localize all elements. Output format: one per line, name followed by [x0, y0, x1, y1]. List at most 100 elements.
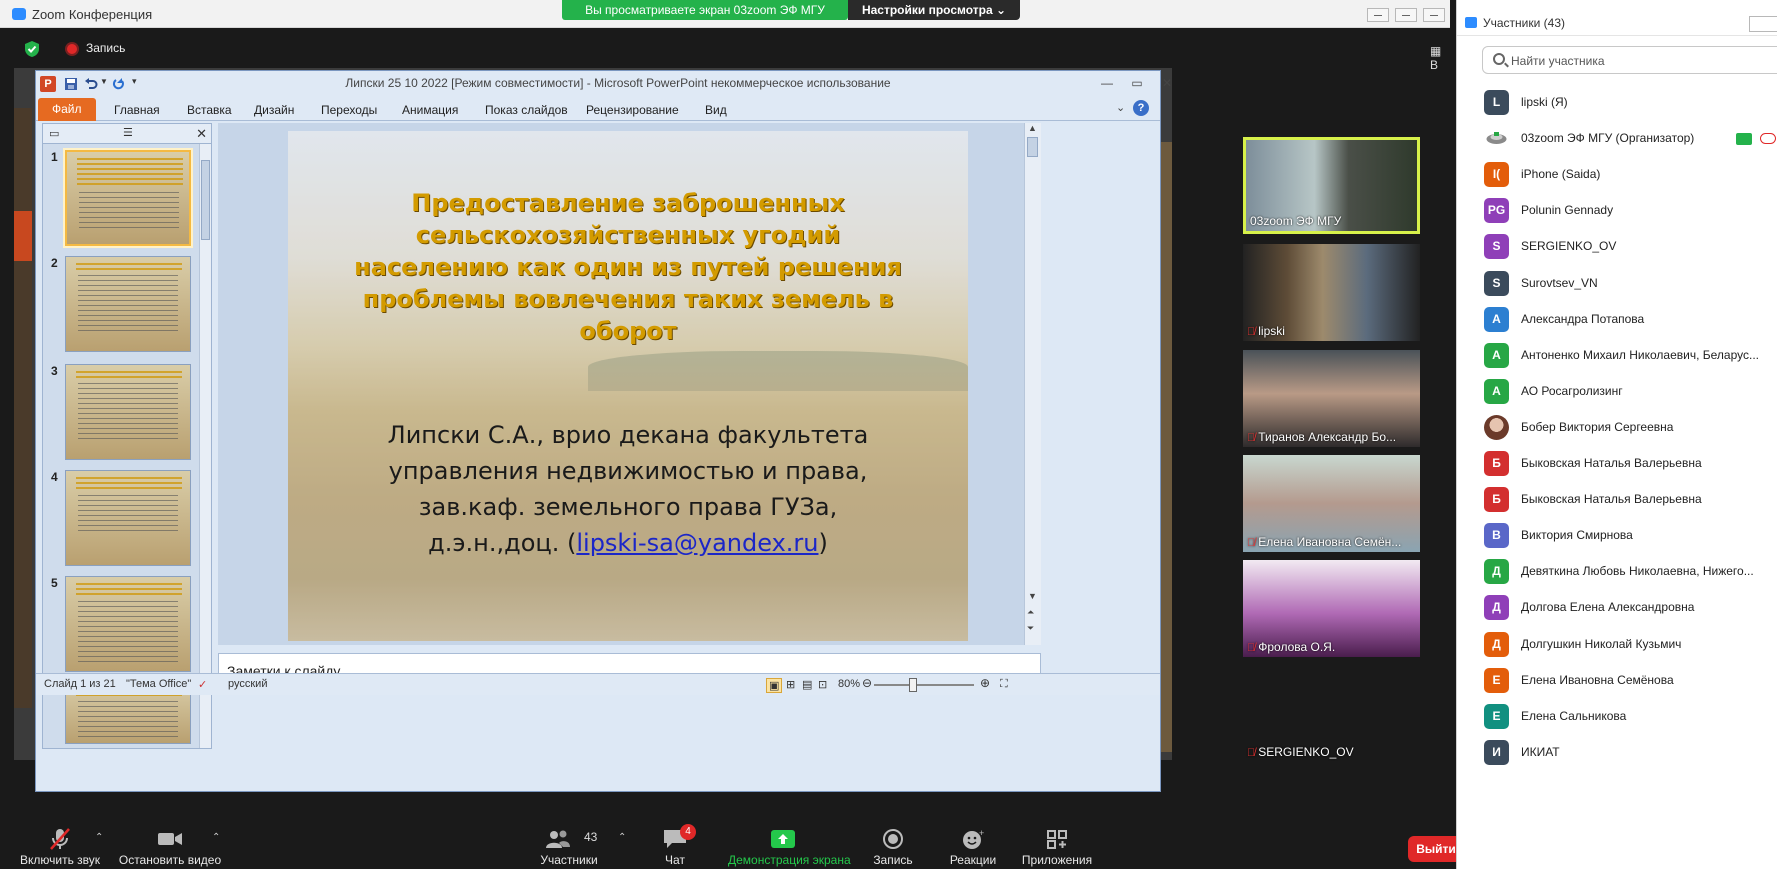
help-icon[interactable]: ?	[1133, 100, 1149, 116]
apps-button[interactable]: Приложения	[1002, 820, 1112, 869]
video-tile[interactable]: 🎙̸ Фролова О.Я.	[1243, 560, 1420, 657]
video-tile[interactable]: 🎙̸ Тиранов Александр Бо...	[1243, 350, 1420, 447]
participant-row[interactable]: 03zoom ЭФ МГУ (Организатор)	[1457, 118, 1777, 159]
zoom-slider-track[interactable]	[874, 684, 974, 686]
panel-tabs: ▭ ☰ ✕	[43, 124, 211, 144]
fit-to-window-icon[interactable]: ⛶	[1000, 678, 1008, 691]
ppt-minimize-button[interactable]: —	[1094, 75, 1120, 91]
participants-button[interactable]: Участники	[514, 820, 624, 869]
view-settings-button[interactable]: Настройки просмотра ⌄	[848, 0, 1020, 20]
next-slide-icon[interactable]: ⏷	[1027, 623, 1034, 634]
tab-transitions[interactable]: Переходы	[315, 101, 383, 119]
panel-minimize-button[interactable]	[1749, 16, 1777, 32]
participant-row[interactable]: S Surovtsev_VN	[1457, 263, 1777, 304]
slide-thumbnail[interactable]	[65, 576, 191, 672]
ppt-close-button[interactable]: ✕	[1154, 75, 1180, 91]
participant-row[interactable]: Д Долгушкин Николай Кузьмич	[1457, 624, 1777, 665]
recording-label: Запись	[86, 41, 126, 55]
participant-row[interactable]: Бобер Виктория Сергеевна	[1457, 407, 1777, 448]
author-line: Липски С.А., врио декана факультета	[387, 421, 869, 449]
slide-scrollbar[interactable]: ▲ ▼ ⏶ ⏷	[1024, 123, 1041, 645]
ppt-statusbar: Слайд 1 из 21 "Тема Office" ✓ русский ▣ …	[36, 673, 1160, 695]
scroll-down-icon[interactable]: ▼	[1028, 591, 1037, 601]
participant-row[interactable]: В Виктория Смирнова	[1457, 515, 1777, 556]
participant-name: Антоненко Михаил Николаевич, Беларус...	[1521, 347, 1760, 362]
tab-design[interactable]: Дизайн	[248, 101, 300, 119]
tab-slideshow[interactable]: Показ слайдов	[479, 101, 574, 119]
participant-search-input[interactable]	[1511, 52, 1771, 70]
participant-row[interactable]: А АО Росагролизинг	[1457, 371, 1777, 412]
normal-view-icon[interactable]: ▣	[766, 678, 783, 693]
participant-row[interactable]: I(iPhone (Saida)	[1457, 154, 1777, 195]
participant-avatar: Б	[1484, 451, 1509, 476]
participant-row[interactable]: S SERGIENKO_OV	[1457, 226, 1777, 267]
spellcheck-icon[interactable]: ✓	[198, 678, 207, 691]
participant-row[interactable]: А Антоненко Михаил Николаевич, Беларус...	[1457, 335, 1777, 376]
slide-thumbnail[interactable]	[65, 256, 191, 352]
ribbon-collapse-icon[interactable]: ⌄	[1116, 101, 1125, 114]
share-screen-button[interactable]: Демонстрация экрана	[728, 820, 851, 869]
participant-row[interactable]: Д Долгова Елена Александровна	[1457, 587, 1777, 628]
participant-row[interactable]: Б Быковская Наталья Валерьевна	[1457, 479, 1777, 520]
maximize-button[interactable]	[1395, 8, 1417, 22]
tab-insert[interactable]: Вставка	[181, 101, 238, 119]
participant-row[interactable]: Е Елена Ивановна Семёнова	[1457, 660, 1777, 701]
ppt-maximize-button[interactable]: ▭	[1124, 75, 1150, 91]
scroll-thumb[interactable]	[201, 160, 210, 240]
shield-icon[interactable]	[24, 40, 40, 58]
minimize-button[interactable]	[1367, 8, 1389, 22]
participant-name: Долгушкин Николай Кузьмич	[1521, 636, 1682, 651]
slides-tab-icon[interactable]: ▭	[49, 127, 59, 140]
zoom-slider-handle[interactable]	[908, 678, 917, 692]
zoom-topbar: Запись ▦ В	[10, 32, 1450, 72]
slide-thumbnail[interactable]	[65, 150, 191, 246]
video-tile[interactable]: 🎙̸ lipski	[1243, 244, 1420, 341]
participant-row[interactable]: Е Елена Сальникова	[1457, 696, 1777, 737]
slideshow-view-icon[interactable]: ⊡	[818, 678, 827, 691]
audio-options-chevron-icon[interactable]: ⌃	[95, 832, 103, 843]
zoom-percent[interactable]: 80%	[838, 678, 860, 690]
unmute-button[interactable]: Включить звук	[5, 820, 115, 869]
tab-animation[interactable]: Анимация	[396, 101, 464, 119]
slide-thumbnail[interactable]	[65, 364, 191, 460]
slide-thumbnails-panel: ▭ ☰ ✕ 1 2 3 4 5 6	[42, 123, 212, 749]
reading-view-icon[interactable]: ▤	[802, 678, 812, 691]
language-label[interactable]: русский	[228, 678, 267, 690]
participant-search[interactable]	[1482, 46, 1777, 74]
chat-button[interactable]: Чат	[620, 820, 730, 869]
participants-icon	[546, 830, 570, 848]
participant-name: Polunin Gennady	[1521, 203, 1614, 218]
outline-tab-icon[interactable]: ☰	[123, 126, 133, 139]
theme-name[interactable]: "Тема Office"	[126, 678, 191, 690]
slide-thumbnail[interactable]	[65, 470, 191, 566]
view-grid-icon[interactable]: ▦ В	[1430, 44, 1450, 72]
scroll-thumb[interactable]	[1027, 137, 1038, 157]
participant-row[interactable]: Б Быковская Наталья Валерьевна	[1457, 443, 1777, 484]
tab-file[interactable]: Файл	[38, 98, 96, 121]
zoom-out-icon[interactable]: ⊖	[862, 676, 872, 690]
tab-view[interactable]: Вид	[699, 101, 733, 119]
video-options-chevron-icon[interactable]: ⌃	[212, 832, 220, 843]
video-tile-active-speaker[interactable]: 03zoom ЭФ МГУ	[1243, 137, 1420, 234]
participant-row[interactable]: А Александра Потапова	[1457, 299, 1777, 340]
participant-row[interactable]: PG Polunin Gennady	[1457, 190, 1777, 231]
participant-row[interactable]: И ИКИАТ	[1457, 732, 1777, 773]
participant-row[interactable]: Д Девяткина Любовь Николаевна, Нижего...	[1457, 551, 1777, 592]
tab-home[interactable]: Главная	[108, 101, 166, 119]
participant-row[interactable]: Llipski (Я)	[1457, 82, 1777, 123]
tab-review[interactable]: Рецензирование	[580, 101, 685, 119]
video-tile[interactable]: 🎙̸ SERGIENKO_OV	[1243, 665, 1420, 762]
video-tile[interactable]: 🎙̸ Елена Ивановна Семён...	[1243, 455, 1420, 552]
panel-close-icon[interactable]: ✕	[196, 126, 207, 142]
background-window-edge	[14, 108, 32, 708]
zoom-in-icon[interactable]: ⊕	[980, 676, 990, 690]
thumbnails-scrollbar[interactable]	[199, 144, 211, 748]
scroll-up-icon[interactable]: ▲	[1028, 123, 1037, 133]
close-button[interactable]	[1423, 8, 1445, 22]
stop-video-button[interactable]: Остановить видео	[115, 820, 225, 869]
previous-slide-icon[interactable]: ⏶	[1027, 607, 1034, 618]
participants-title: Участники (43)	[1483, 16, 1566, 30]
author-email-link[interactable]: lipski-sa@yandex.ru	[576, 529, 818, 557]
current-slide[interactable]: Предоставление заброшенных сельскохозяйс…	[288, 131, 968, 641]
slide-sorter-icon[interactable]: ⊞	[786, 678, 795, 691]
